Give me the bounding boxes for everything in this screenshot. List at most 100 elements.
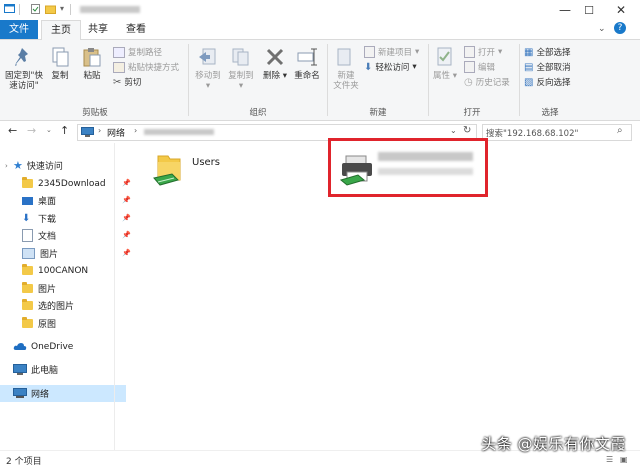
folder-icon	[22, 282, 33, 293]
copy-label: 复制	[51, 71, 69, 81]
forward-icon[interactable]: →	[27, 124, 36, 137]
copy-button[interactable]: 复制	[46, 46, 74, 81]
search-box[interactable]: 搜索"192.168.68.102" ⌕	[482, 124, 632, 141]
properties-check-icon	[437, 47, 452, 66]
open-button[interactable]: 打开 ▾	[464, 46, 502, 58]
edit-button[interactable]: 编辑	[464, 61, 495, 73]
new-item-button[interactable]: 新建项目 ▾	[364, 46, 419, 58]
ribbon-home: 固定到"快 速访问" 复制 粘贴 复制路径 粘贴快捷方式 ✂ 剪切 剪贴板 移动…	[0, 40, 640, 121]
address-dropdown-icon[interactable]: ⌄	[450, 126, 457, 135]
breadcrumb-network[interactable]: 网络	[107, 126, 125, 139]
up-icon[interactable]: ↑	[60, 124, 69, 137]
item-name: Users	[192, 157, 221, 168]
easy-access-button[interactable]: ⬇ 轻松访问 ▾	[364, 61, 417, 74]
move-to-icon	[199, 48, 216, 65]
close-button[interactable]: ✕	[606, 0, 636, 20]
nav-quick-access[interactable]: › ★ 快速访问	[0, 157, 118, 174]
delete-label: 删除	[263, 71, 281, 81]
nav-network[interactable]: 网络	[0, 385, 126, 402]
tab-view[interactable]: 查看	[118, 20, 154, 39]
properties-label: 属性	[433, 71, 451, 81]
easy-access-label: 轻松访问	[375, 63, 410, 73]
rename-button[interactable]: 重命名	[291, 46, 323, 81]
nav-label: 快速访问	[26, 162, 63, 172]
tab-home[interactable]: 主页	[41, 20, 81, 41]
shared-folder-users[interactable]: Users	[150, 152, 270, 192]
paste-icon	[83, 48, 101, 67]
move-to-button[interactable]: 移动到 ▾	[192, 46, 224, 91]
group-label-open: 打开	[463, 108, 481, 118]
ribbon-collapse-icon[interactable]: ⌄	[598, 24, 606, 34]
explorer-window-icon	[4, 4, 15, 13]
document-icon	[22, 229, 33, 242]
refresh-icon[interactable]: ↻	[463, 125, 471, 136]
rename-icon	[297, 48, 317, 66]
computer-icon	[13, 364, 27, 375]
search-icon[interactable]: ⌕	[617, 125, 623, 136]
tab-share[interactable]: 共享	[80, 20, 116, 39]
copy-to-button[interactable]: 复制到 ▾	[225, 46, 257, 91]
delete-button[interactable]: 删除 ▾	[261, 46, 289, 81]
network-printer-item[interactable]	[338, 150, 478, 190]
search-input[interactable]: 搜索"192.168.68.102"	[486, 127, 578, 139]
quick-access-dropdown-icon[interactable]: ▾	[60, 4, 64, 13]
pin-icon	[15, 48, 28, 66]
download-icon: ⬇	[22, 213, 31, 224]
title-bar: ▾ — ☐ ✕	[0, 0, 640, 20]
nav-label: 100CANON	[38, 265, 89, 276]
nav-divider	[114, 143, 115, 450]
nav-label: 桌面	[38, 197, 57, 207]
copy-icon	[52, 47, 69, 67]
folder-icon	[22, 177, 33, 188]
select-none-button[interactable]: ▤ 全部取消	[524, 61, 570, 74]
nav-onedrive[interactable]: OneDrive	[0, 338, 126, 355]
printer-subtitle-blurred	[378, 168, 473, 175]
properties-icon[interactable]	[30, 4, 41, 14]
invert-selection-button[interactable]: ▧ 反向选择	[524, 76, 571, 89]
nav-label: 图片	[40, 250, 59, 260]
breadcrumb-chevron-icon[interactable]: ›	[98, 126, 101, 135]
invert-selection-icon: ▧	[524, 76, 534, 88]
help-icon[interactable]: ?	[614, 22, 626, 34]
select-all-button[interactable]: ▦ 全部选择	[524, 46, 570, 59]
new-folder-button[interactable]: 新建 文件夹	[330, 46, 362, 91]
paste-button[interactable]: 粘贴	[78, 46, 106, 81]
easy-access-icon: ⬇	[364, 61, 373, 73]
expand-arrow-icon[interactable]: ›	[5, 162, 13, 170]
paste-shortcut-button[interactable]: 粘贴快捷方式	[113, 61, 179, 73]
history-button[interactable]: ◷ 历史记录	[464, 76, 510, 89]
open-label: 打开	[478, 48, 496, 58]
details-view-icon[interactable]: ☰	[606, 455, 613, 464]
scissors-icon: ✂	[113, 76, 122, 88]
recent-locations-icon[interactable]: ⌄	[46, 126, 52, 134]
cut-button[interactable]: ✂ 剪切	[113, 76, 142, 89]
open-icon	[464, 46, 475, 58]
watermark: 头条 @娱乐有你文霞	[481, 435, 626, 453]
breadcrumb-chevron-icon[interactable]: ›	[134, 126, 137, 135]
properties-button[interactable]: 属性 ▾	[431, 46, 459, 81]
pin-label: 固定到"快 速访问"	[5, 71, 43, 91]
nav-this-pc[interactable]: 此电脑	[0, 361, 126, 378]
tab-file[interactable]: 文件	[0, 20, 38, 39]
rename-label: 重命名	[294, 71, 320, 81]
back-icon[interactable]: ←	[8, 124, 17, 137]
window-title-blurred	[80, 6, 140, 13]
large-icons-view-icon[interactable]: ▣	[620, 455, 628, 464]
maximize-button[interactable]: ☐	[574, 0, 604, 20]
new-folder-quick-icon[interactable]	[45, 4, 56, 14]
item-count: 2 个项目	[6, 457, 42, 467]
history-label: 历史记录	[475, 78, 510, 88]
pin-quick-access-button[interactable]: 固定到"快 速访问"	[3, 46, 45, 91]
cut-label: 剪切	[124, 78, 142, 88]
breadcrumb-host-blurred[interactable]	[144, 129, 214, 135]
group-label-select: 选择	[541, 108, 559, 118]
copy-path-button[interactable]: 复制路径	[113, 46, 162, 58]
select-none-icon: ▤	[524, 61, 534, 73]
pictures-icon	[22, 248, 35, 259]
navigation-pane: › ★ 快速访问 2345Download 📌 桌面 📌 ⬇ 下载 📌 文档 📌 图片 📌 …	[0, 148, 131, 450]
nav-label: 图片	[38, 285, 57, 295]
invert-selection-label: 反向选择	[536, 78, 571, 88]
network-icon	[13, 388, 27, 398]
delete-icon	[266, 48, 284, 66]
pin-icon: 📌	[122, 179, 131, 187]
